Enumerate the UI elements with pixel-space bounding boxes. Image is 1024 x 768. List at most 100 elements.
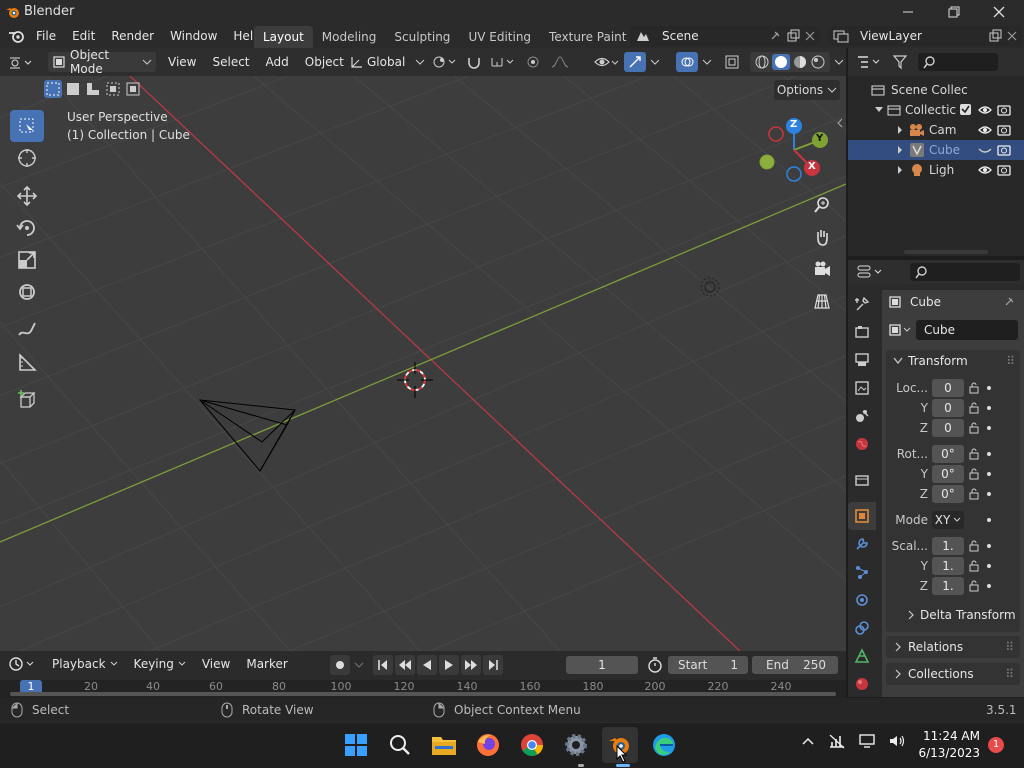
rotation-x-field[interactable]: 0° xyxy=(932,445,964,463)
gizmo-dropdown-icon[interactable] xyxy=(650,58,664,66)
editor-type-button[interactable] xyxy=(8,52,34,72)
lock-icon[interactable] xyxy=(969,382,981,394)
gizmo-toggle-icon[interactable] xyxy=(624,52,646,72)
scene-tab-icon[interactable] xyxy=(848,402,876,430)
delete-scene-icon[interactable] xyxy=(804,30,820,42)
object-data-browse-button[interactable] xyxy=(888,323,916,337)
rendered-shading-icon[interactable] xyxy=(810,54,826,70)
tool-cursor[interactable] xyxy=(10,142,44,174)
scene-name[interactable]: Scene xyxy=(656,29,768,43)
collection-tab-icon[interactable] xyxy=(848,466,876,494)
render-camera-icon[interactable] xyxy=(997,143,1011,157)
menu-keying[interactable]: Keying xyxy=(126,651,194,677)
rotation-y-field[interactable]: 0° xyxy=(932,465,964,483)
menu-select[interactable]: Select xyxy=(204,48,257,76)
lock-icon[interactable] xyxy=(969,488,981,500)
jump-keyframe-back-icon[interactable] xyxy=(395,655,415,675)
orientation-dropdown[interactable]: Global xyxy=(345,52,427,72)
menu-edit[interactable]: Edit xyxy=(64,24,103,48)
snap-icon[interactable] xyxy=(466,54,482,70)
transform-header[interactable]: Transform ⠿ xyxy=(886,350,1020,372)
view-layer-tab-icon[interactable] xyxy=(848,374,876,402)
lock-icon[interactable] xyxy=(969,402,981,414)
view-layer-name[interactable]: ViewLayer xyxy=(854,29,988,43)
new-view-layer-icon[interactable] xyxy=(988,29,1006,43)
tab-texture-paint[interactable]: Texture Paint xyxy=(540,26,635,48)
falloff-icon[interactable] xyxy=(550,54,572,70)
tool-move[interactable] xyxy=(10,180,44,212)
sidebar-toggle-icon[interactable] xyxy=(836,118,844,128)
outliner-item-cube[interactable]: Cube xyxy=(848,140,1024,160)
play-reverse-icon[interactable] xyxy=(417,655,437,675)
keyframe-dot-icon[interactable] xyxy=(987,544,991,548)
modifier-tab-icon[interactable] xyxy=(848,530,876,558)
start-frame-field[interactable]: Start 1 xyxy=(668,656,748,674)
delete-view-layer-icon[interactable] xyxy=(1006,30,1022,42)
select-subtract-icon[interactable] xyxy=(84,80,102,98)
3d-viewport[interactable]: User Perspective (1) Collection | Cube O… xyxy=(0,76,846,651)
keyframe-dot-icon[interactable] xyxy=(987,452,991,456)
pan-hand-icon[interactable] xyxy=(809,224,835,250)
rotation-mode-dropdown[interactable]: XY xyxy=(932,511,964,529)
physics-tab-icon[interactable] xyxy=(848,586,876,614)
snap-target-icon[interactable] xyxy=(490,54,516,70)
keyframe-dot-icon[interactable] xyxy=(987,518,991,522)
jump-keyframe-forward-icon[interactable] xyxy=(461,655,481,675)
xray-toggle-icon[interactable] xyxy=(724,54,746,70)
scene-selector[interactable]: Scene xyxy=(630,26,820,46)
location-z-field[interactable]: 0 xyxy=(932,419,964,437)
delta-transform-subpanel[interactable]: Delta Transform xyxy=(886,604,1020,626)
search-icon[interactable] xyxy=(382,727,418,763)
eye-icon[interactable] xyxy=(978,103,992,117)
tool-rotate[interactable] xyxy=(10,212,44,244)
wireframe-shading-icon[interactable] xyxy=(754,54,770,70)
tool-transform[interactable] xyxy=(10,276,44,308)
minimize-button[interactable] xyxy=(898,4,918,20)
close-window-button[interactable] xyxy=(989,3,1009,21)
outliner-search-input[interactable] xyxy=(918,53,998,71)
eye-icon[interactable] xyxy=(978,163,992,177)
outliner-item-camera[interactable]: Cam xyxy=(848,120,1024,140)
eye-icon[interactable] xyxy=(978,123,992,137)
restore-button[interactable] xyxy=(943,4,963,20)
menu-window[interactable]: Window xyxy=(162,24,225,48)
jump-end-icon[interactable] xyxy=(483,655,503,675)
object-tab-icon[interactable] xyxy=(848,502,876,530)
render-camera-icon[interactable] xyxy=(997,163,1011,177)
options-dropdown[interactable]: Options xyxy=(774,80,840,100)
new-scene-icon[interactable] xyxy=(786,29,804,43)
chevron-up-icon[interactable] xyxy=(800,733,816,749)
tab-layout[interactable]: Layout xyxy=(254,26,313,48)
select-extend-icon[interactable] xyxy=(64,80,82,98)
keyframe-dot-icon[interactable] xyxy=(987,492,991,496)
keyframe-dot-icon[interactable] xyxy=(987,564,991,568)
render-camera-icon[interactable] xyxy=(997,123,1011,137)
overlays-dropdown-icon[interactable] xyxy=(702,58,716,66)
keyframe-dot-icon[interactable] xyxy=(987,584,991,588)
jump-start-icon[interactable] xyxy=(373,655,393,675)
settings-gear-icon[interactable] xyxy=(558,727,594,763)
camera-view-icon[interactable] xyxy=(809,256,835,282)
taskbar-date[interactable]: 6/13/2023 xyxy=(914,746,980,760)
tab-sculpting[interactable]: Sculpting xyxy=(385,26,459,48)
orthographic-toggle-icon[interactable] xyxy=(809,288,835,314)
keyframe-dot-icon[interactable] xyxy=(987,472,991,476)
record-keyframe-icon[interactable] xyxy=(330,655,350,675)
play-icon[interactable] xyxy=(439,655,459,675)
lock-icon[interactable] xyxy=(969,422,981,434)
outliner-filter-icon[interactable] xyxy=(892,54,908,70)
current-frame-field[interactable]: 1 xyxy=(566,656,638,674)
pin-icon[interactable] xyxy=(1002,295,1016,309)
timeline-editor-type-icon[interactable] xyxy=(8,656,38,672)
keyframe-dot-icon[interactable] xyxy=(987,386,991,390)
tool-measure[interactable] xyxy=(10,346,44,378)
world-tab-icon[interactable] xyxy=(848,430,876,458)
lock-icon[interactable] xyxy=(969,540,981,552)
tool-scale[interactable] xyxy=(10,244,44,276)
drag-handle-icon[interactable]: ⠿ xyxy=(1005,667,1014,681)
menu-marker[interactable]: Marker xyxy=(238,651,295,677)
tool-add-cube[interactable] xyxy=(10,384,44,416)
timeline-scrollbar[interactable] xyxy=(10,692,836,696)
outliner-collection[interactable]: Collectic xyxy=(848,100,1024,120)
pin-scene-icon[interactable] xyxy=(768,29,786,43)
